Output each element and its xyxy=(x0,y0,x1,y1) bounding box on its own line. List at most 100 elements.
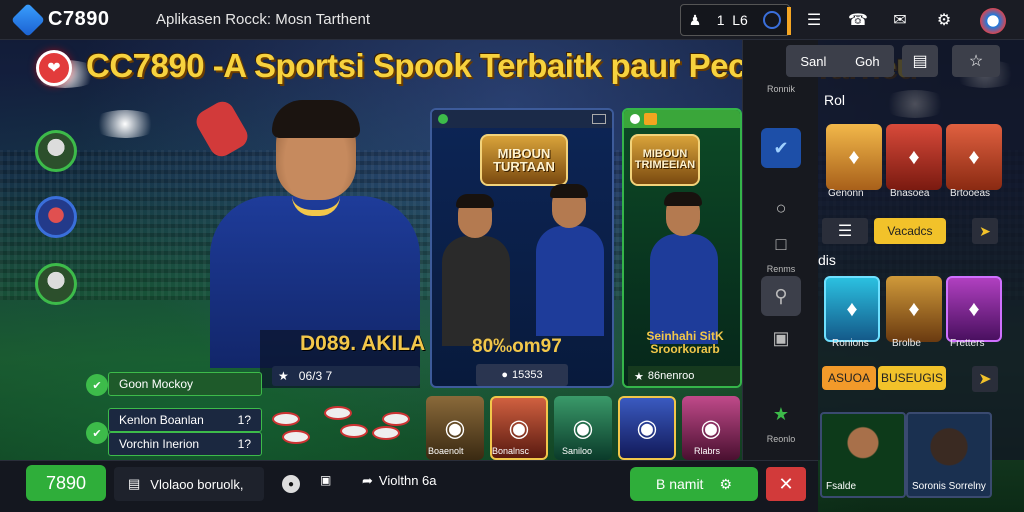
game-tile-fretters[interactable]: ♦ xyxy=(946,276,1002,342)
submit-label: B namit xyxy=(655,476,704,492)
mini-player-hair xyxy=(550,184,588,198)
tab-bar: Sanl Goh xyxy=(786,45,894,77)
poker-chip-image xyxy=(382,412,410,426)
mini-player-body xyxy=(650,234,718,344)
bottom-bar: 7890 ▤ Vlolaoo boruolk, ● ▣ ➦ Violthn 6a… xyxy=(0,460,818,512)
game-thumb-4[interactable]: ◉ xyxy=(618,396,676,460)
game-tile-genonn[interactable]: ♦ xyxy=(826,124,882,190)
match-card-1[interactable]: MIBOUN TURTAAN 80‰om97 ● 15353 xyxy=(430,108,614,388)
poker-chip-image xyxy=(372,426,400,440)
support-icon[interactable]: ☎ xyxy=(846,8,870,32)
favorite-heart-button[interactable]: ❤ xyxy=(36,50,72,86)
balance-button[interactable]: 7890 xyxy=(26,465,106,501)
list-icon[interactable]: ☰ xyxy=(802,8,826,32)
side-menu-item-wallet[interactable]: ▣ xyxy=(743,318,819,358)
app-title: Aplikasen Rocck: Mosn Tarthent xyxy=(156,11,370,28)
section-label-1: Rol xyxy=(824,92,846,108)
stadium-light xyxy=(90,110,160,138)
side-menu-item-renms[interactable]: □ Renms xyxy=(743,224,819,275)
arrow-icon[interactable]: ➤ xyxy=(972,218,998,244)
player-hair xyxy=(272,100,360,138)
match-card-2[interactable]: MIBOUN TRIMEEIAN Seinhahi SitK Sroorkora… xyxy=(622,108,742,388)
section-label-2: dis xyxy=(818,252,836,268)
poker-chip-image xyxy=(282,430,310,444)
side-menu-item-search[interactable]: ⚲ xyxy=(743,276,819,316)
menu-icon[interactable]: ☰ xyxy=(822,218,868,244)
close-button[interactable]: ✕ xyxy=(766,467,806,501)
tab-sanl[interactable]: Sanl xyxy=(800,54,826,69)
side-avatar-3[interactable] xyxy=(35,263,77,305)
tile-label: Bnasoea xyxy=(890,188,930,199)
mini-player-body xyxy=(442,236,510,346)
card-bar-label: 15353 xyxy=(512,369,543,381)
game-thumb-label: Bonalnsc xyxy=(492,446,530,456)
list-count: 1? xyxy=(237,437,251,451)
favorite-star-icon[interactable]: ☆ xyxy=(952,45,1000,77)
portrait-label: Fsalde xyxy=(826,481,857,492)
hero-sub-text: 06/3 7 xyxy=(298,369,333,383)
vacadcs-button[interactable]: Vacadcs xyxy=(874,218,946,244)
card-action-bar[interactable]: ● 15353 xyxy=(476,364,568,386)
wallet-icon: ▣ xyxy=(772,327,790,348)
coin-icon[interactable]: ● xyxy=(282,475,300,493)
list-item-1[interactable]: Goon Mockoy xyxy=(108,372,262,396)
card-action-bar[interactable]: ★ 86nenroo xyxy=(628,366,740,386)
side-menu-item-reonlo[interactable]: ★ Reonlo xyxy=(743,394,819,445)
card-player xyxy=(650,192,718,344)
hero-sub-bar[interactable]: ★ 06/3 7 xyxy=(272,366,420,386)
game-tile-brolbe[interactable]: ♦ xyxy=(886,276,942,342)
search-icon: ⚲ xyxy=(761,276,801,316)
app-logo[interactable]: C7890 xyxy=(11,2,126,37)
coin-icon xyxy=(763,11,782,29)
tab-goh[interactable]: Goh xyxy=(855,54,880,69)
tournament-badge: MIBOUN TRIMEEIAN xyxy=(630,134,700,186)
mini-player-hair xyxy=(456,194,494,208)
side-avatar-1[interactable] xyxy=(35,130,77,172)
list-item-3[interactable]: Vorchin Inerion 1? xyxy=(108,432,262,456)
document-icon[interactable]: ▤ xyxy=(902,45,938,77)
list-label: Goon Mockoy xyxy=(119,377,194,391)
submit-button[interactable]: B namit ⚙ xyxy=(630,467,758,501)
mid-link[interactable]: ➦ Violthn 6a xyxy=(362,473,437,489)
card-title: Seinhahi SitK Sroorkorarb xyxy=(646,329,724,357)
portrait-card-2[interactable]: Soronis Sorrelny xyxy=(906,412,992,498)
list-item-2[interactable]: Kenlon Boanlan 1? xyxy=(108,408,262,432)
profile-icon: ♟ xyxy=(688,11,702,28)
account-box[interactable]: ♟ 1 L6 xyxy=(680,4,791,36)
card-bar-label: 86nenroo xyxy=(647,370,695,382)
joystick-icon[interactable]: ⚙ xyxy=(932,8,956,32)
side-menu-item-chat[interactable]: ○ xyxy=(743,188,819,228)
arrow-icon[interactable]: ➤ xyxy=(972,366,998,392)
game-thumb-label: Saniloo xyxy=(562,446,593,456)
tile-label: Genonn xyxy=(828,188,864,199)
mini-player-body xyxy=(536,226,604,336)
pill-right-button[interactable]: BUSEUGIS xyxy=(878,366,946,390)
gift-icon[interactable]: ✉ xyxy=(888,8,912,32)
game-tile-brtooeas[interactable]: ♦ xyxy=(946,124,1002,190)
game-tile-bnasoea[interactable]: ♦ xyxy=(886,124,942,190)
shield-icon: ✔ xyxy=(761,128,801,168)
medal-icon: ★ xyxy=(278,369,289,383)
portrait-card-1[interactable]: Fsalde xyxy=(820,412,906,498)
search-field[interactable]: ▤ Vlolaoo boruolk, xyxy=(114,467,264,501)
card-top-pill xyxy=(644,113,658,125)
grid-icon[interactable]: ▣ xyxy=(320,473,331,487)
side-menu-label: Reonlo xyxy=(766,434,796,444)
chat-icon: ▤ xyxy=(128,476,141,491)
monitor-icon: □ xyxy=(775,233,787,254)
coin-icon: ● xyxy=(501,369,509,381)
live-dot-icon xyxy=(630,114,640,124)
card-top-bar xyxy=(624,110,740,128)
pill-left-button[interactable]: ASUOA xyxy=(822,366,876,390)
logo-text: C7890 xyxy=(48,8,110,30)
poker-chip-image xyxy=(340,424,368,438)
poker-chip-image xyxy=(324,406,352,420)
tile-label: Brolbe xyxy=(892,338,921,349)
tile-label: Ronions xyxy=(832,338,869,349)
avatar-globe-icon[interactable] xyxy=(980,8,1006,34)
card-player-left xyxy=(442,194,510,346)
side-menu-item-home[interactable]: ✔ xyxy=(743,128,819,168)
game-tile-ronions[interactable]: ♦ xyxy=(824,276,880,342)
side-avatar-2[interactable] xyxy=(35,196,77,238)
check-icon: ✔ xyxy=(86,374,108,396)
